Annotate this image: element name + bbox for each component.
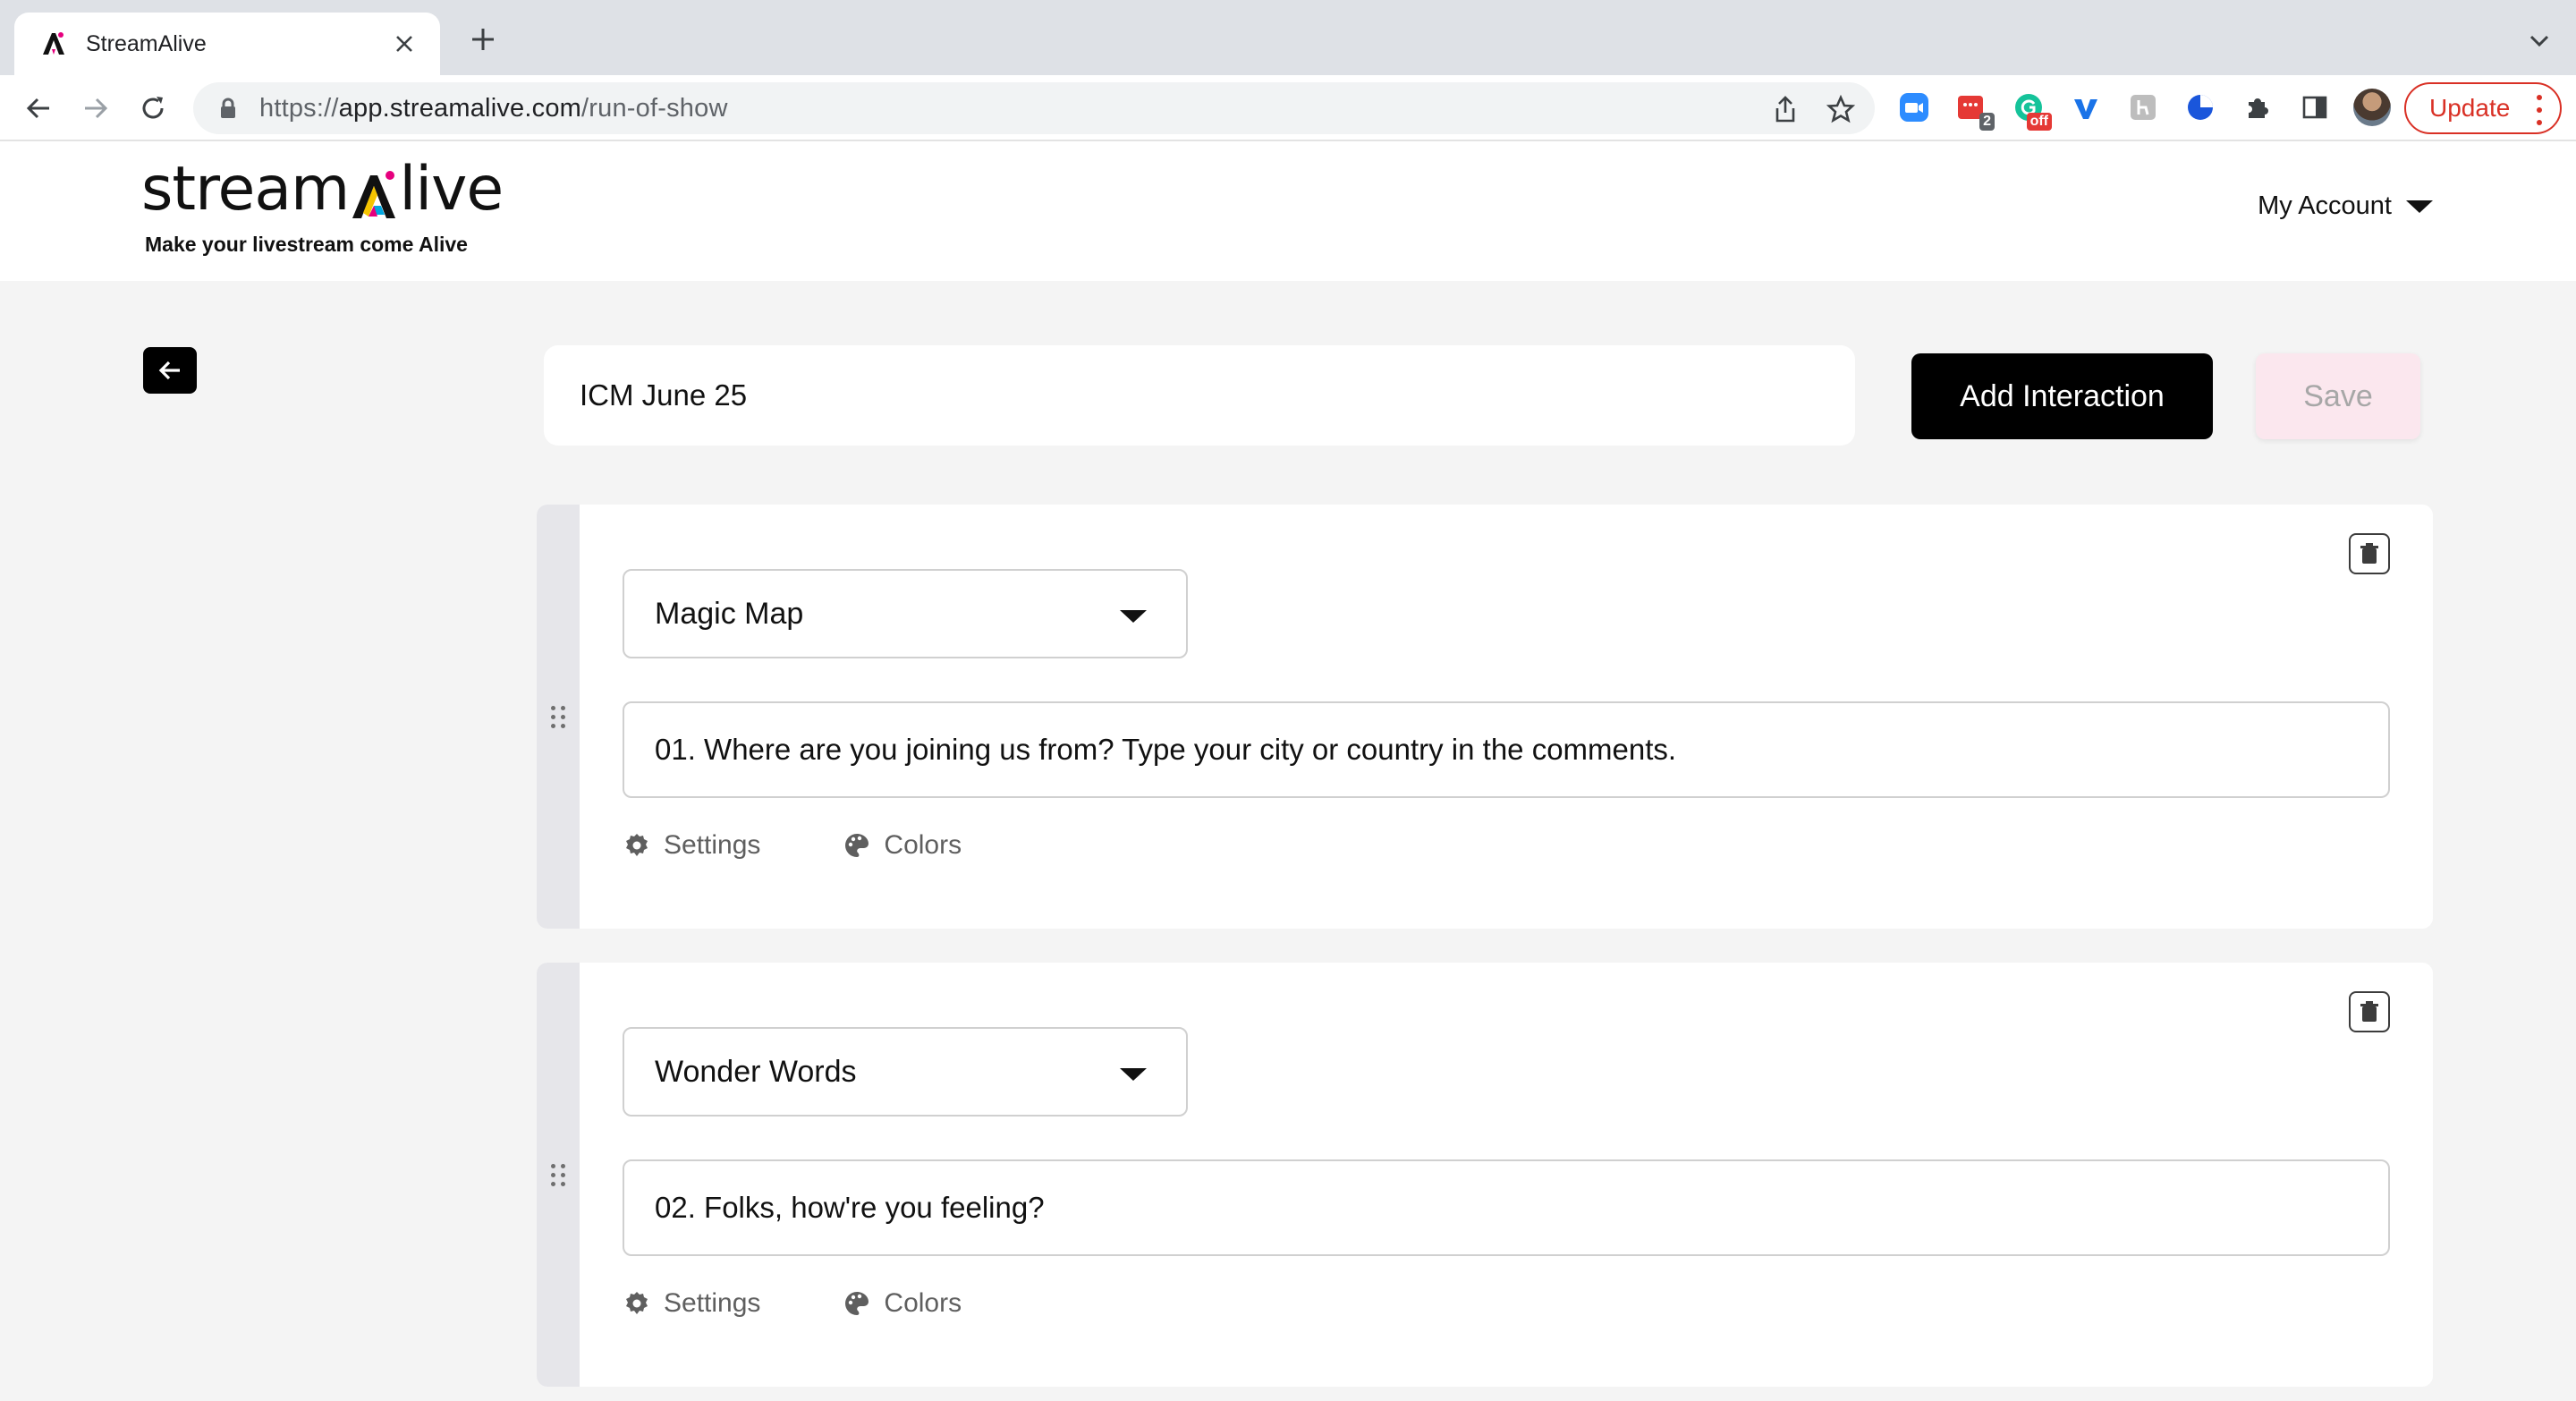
save-button[interactable]: Save bbox=[2256, 353, 2420, 439]
browser-toolbar: https://app.streamalive.com/run-of-show … bbox=[0, 75, 2576, 141]
drag-handle[interactable] bbox=[537, 963, 580, 1387]
interaction-card: Magic Map 01. Where are you joining us f… bbox=[537, 505, 2433, 929]
logo-wordmark: stream live bbox=[141, 154, 504, 225]
grammarly-extension-icon[interactable]: off bbox=[2009, 88, 2052, 131]
delete-button[interactable] bbox=[2349, 991, 2390, 1032]
palette-icon bbox=[843, 1289, 871, 1318]
extensions-puzzle-icon[interactable] bbox=[2238, 88, 2277, 127]
tab-title: StreamAlive bbox=[86, 30, 207, 56]
interaction-type-select[interactable]: Wonder Words bbox=[623, 1027, 1188, 1117]
show-title-input[interactable]: ICM June 25 bbox=[544, 345, 1855, 446]
tab-close-icon[interactable] bbox=[388, 28, 420, 60]
pie-extension-icon[interactable] bbox=[2181, 88, 2220, 127]
grey-extension-icon[interactable] bbox=[2123, 88, 2163, 127]
logo-tagline: Make your livestream come Alive bbox=[145, 233, 468, 256]
caret-down-icon bbox=[2406, 200, 2433, 213]
grammarly-badge: off bbox=[2026, 113, 2052, 131]
gear-icon bbox=[623, 1289, 651, 1318]
colors-link[interactable]: Colors bbox=[843, 830, 962, 861]
logo-a-mark-icon bbox=[351, 170, 397, 220]
reload-icon[interactable] bbox=[132, 88, 174, 129]
question-input[interactable]: 02. Folks, how're you feeling? bbox=[623, 1159, 2390, 1256]
chevron-down-icon bbox=[1120, 610, 1147, 623]
zoom-extension-icon[interactable] bbox=[1894, 88, 1934, 127]
tab-search-chevron-icon[interactable] bbox=[2526, 27, 2553, 54]
bookmark-star-icon[interactable] bbox=[1823, 91, 1859, 127]
question-input[interactable]: 01. Where are you joining us from? Type … bbox=[623, 701, 2390, 798]
drag-handle[interactable] bbox=[537, 505, 580, 929]
settings-label: Settings bbox=[664, 830, 761, 860]
interaction-type-value: Wonder Words bbox=[655, 1054, 857, 1089]
back-arrow-icon bbox=[158, 361, 180, 380]
streamalive-favicon-icon bbox=[39, 30, 68, 58]
drag-grip-icon bbox=[550, 1163, 566, 1186]
back-button[interactable] bbox=[143, 347, 197, 394]
back-arrow-icon[interactable] bbox=[18, 88, 59, 129]
trash-icon bbox=[2360, 1001, 2378, 1022]
red-extension-badge: 2 bbox=[1979, 113, 1995, 131]
colors-label: Colors bbox=[884, 1288, 962, 1318]
interaction-card: Wonder Words 02. Folks, how're you feeli… bbox=[537, 963, 2433, 1387]
red-extension-icon[interactable]: 2 bbox=[1952, 88, 1995, 131]
update-label: Update bbox=[2429, 94, 2511, 122]
chevron-down-icon bbox=[1120, 1068, 1147, 1081]
lock-icon[interactable] bbox=[215, 95, 242, 122]
gear-icon bbox=[623, 831, 651, 860]
delete-button[interactable] bbox=[2349, 533, 2390, 574]
colors-label: Colors bbox=[884, 830, 962, 860]
palette-icon bbox=[843, 831, 871, 860]
add-interaction-button[interactable]: Add Interaction bbox=[1911, 353, 2213, 439]
update-button[interactable]: Update bbox=[2404, 82, 2562, 134]
my-account-menu[interactable]: My Account bbox=[2258, 191, 2433, 221]
extensions-area: 2 off bbox=[1894, 88, 2392, 131]
settings-link[interactable]: Settings bbox=[623, 1288, 760, 1319]
more-menu-icon[interactable] bbox=[2537, 95, 2544, 125]
settings-link[interactable]: Settings bbox=[623, 830, 760, 861]
url-text: https://app.streamalive.com/run-of-show bbox=[259, 93, 728, 123]
vimeo-extension-icon[interactable] bbox=[2066, 88, 2106, 127]
my-account-label: My Account bbox=[2258, 191, 2392, 220]
settings-label: Settings bbox=[664, 1288, 761, 1318]
app-header: stream live Make your livestream come Al… bbox=[0, 141, 2576, 281]
interaction-type-value: Magic Map bbox=[655, 596, 804, 631]
colors-link[interactable]: Colors bbox=[843, 1288, 962, 1319]
browser-tab[interactable]: StreamAlive bbox=[14, 13, 440, 75]
interaction-type-select[interactable]: Magic Map bbox=[623, 569, 1188, 658]
side-panel-icon[interactable] bbox=[2295, 88, 2334, 127]
forward-arrow-icon[interactable] bbox=[75, 88, 116, 129]
address-bar[interactable]: https://app.streamalive.com/run-of-show bbox=[193, 82, 1875, 134]
browser-tab-bar: StreamAlive bbox=[0, 0, 2576, 75]
trash-icon bbox=[2360, 543, 2378, 564]
profile-avatar[interactable] bbox=[2352, 88, 2392, 127]
streamalive-logo[interactable]: stream live Make your livestream come Al… bbox=[141, 154, 504, 257]
share-icon[interactable] bbox=[1767, 91, 1803, 127]
drag-grip-icon bbox=[550, 705, 566, 728]
new-tab-icon[interactable] bbox=[465, 21, 501, 57]
